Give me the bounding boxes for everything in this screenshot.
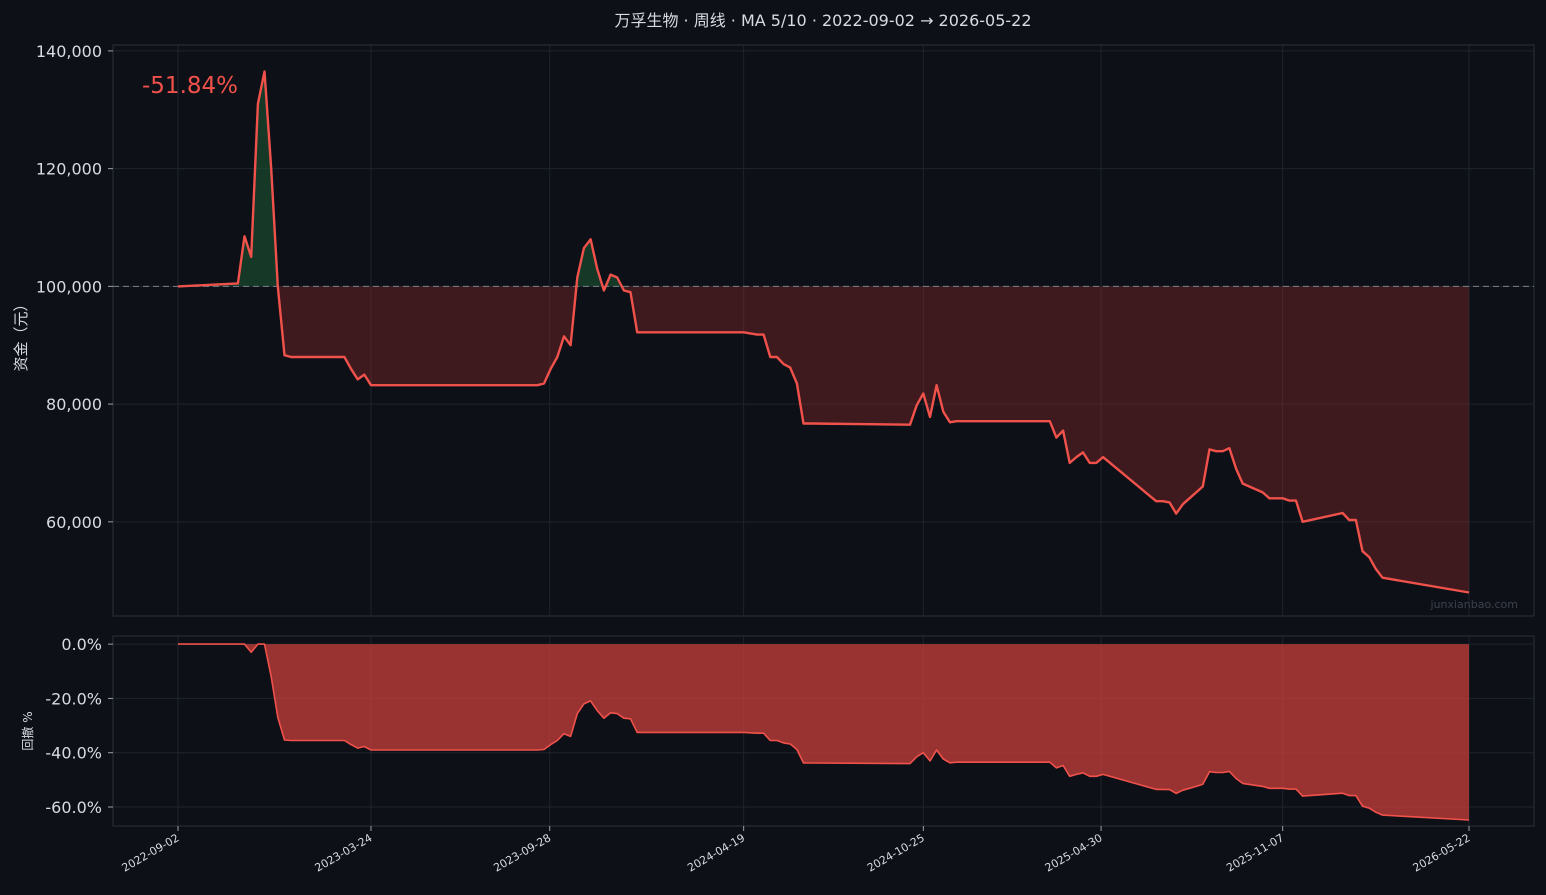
- drawdown-y-axis-label: 回撤 %: [20, 711, 35, 750]
- equity-y-tick-label: 120,000: [36, 160, 102, 179]
- chart-svg: 万孚生物 · 周线 · MA 5/10 · 2022-09-02 → 2026-…: [0, 0, 1546, 895]
- chart-title: 万孚生物 · 周线 · MA 5/10 · 2022-09-02 → 2026-…: [614, 11, 1031, 30]
- chart-figure: 万孚生物 · 周线 · MA 5/10 · 2022-09-02 → 2026-…: [0, 0, 1546, 895]
- return-label: -51.84%: [142, 73, 238, 99]
- equity-y-tick-label: 80,000: [46, 395, 102, 414]
- drawdown-y-tick-label: -40.0%: [45, 744, 102, 763]
- equity-y-tick-label: 60,000: [46, 513, 102, 532]
- drawdown-y-tick-label: 0.0%: [61, 635, 102, 654]
- watermark: junxianbao.com: [1429, 598, 1518, 611]
- equity-y-axis-label: 资金（元）: [12, 296, 30, 371]
- drawdown-y-tick-label: -60.0%: [45, 798, 102, 817]
- drawdown-y-tick-label: -20.0%: [45, 689, 102, 708]
- equity-y-tick-label: 140,000: [36, 42, 102, 61]
- equity-y-tick-label: 100,000: [36, 277, 102, 296]
- equity-panel: 60,000 80,000 100,000 120,000 140,000 -51.84…: [12, 42, 1535, 617]
